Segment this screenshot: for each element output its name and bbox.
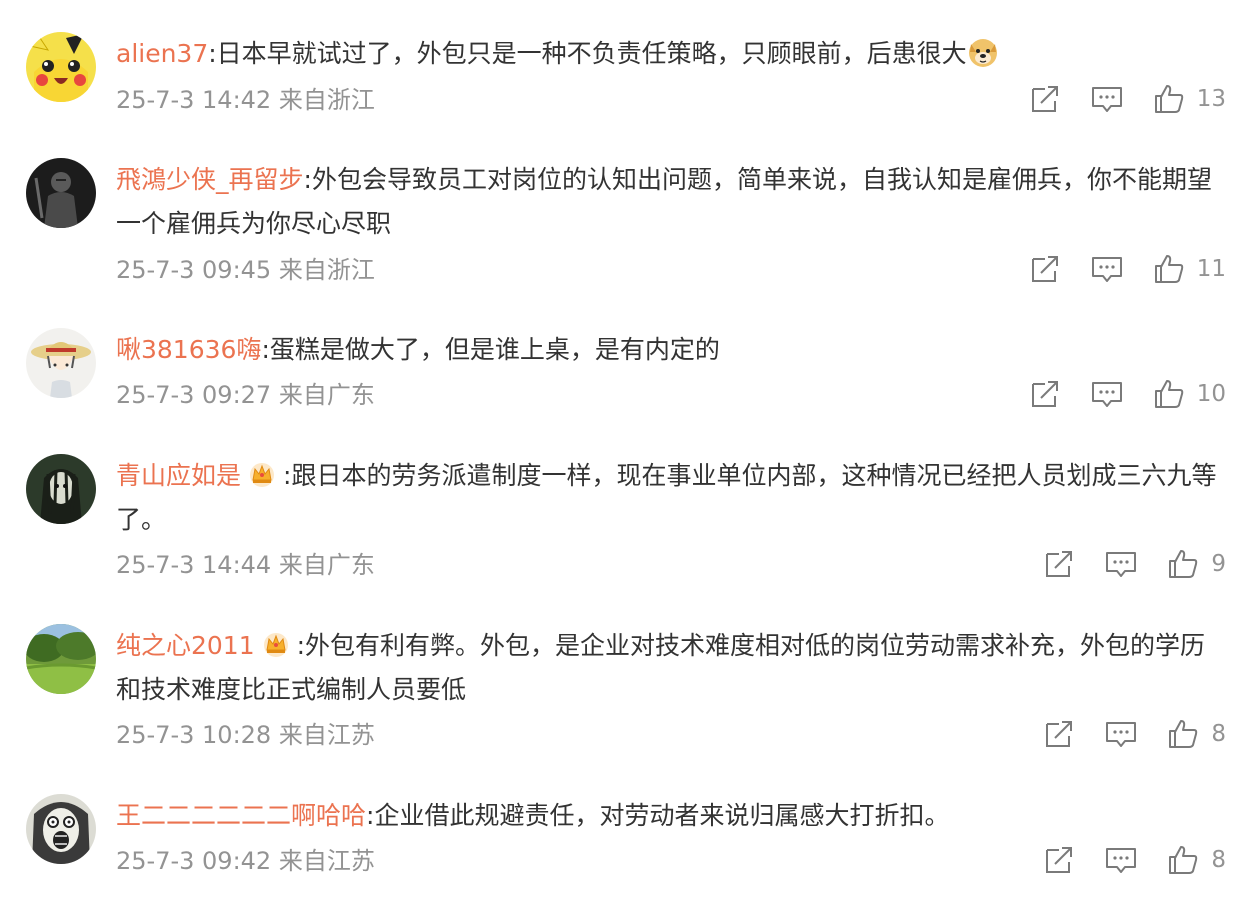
comment-body: 青山应如是:跟日本的劳务派遣制度一样，现在事业单位内部，这种情况已经把人员划成三…: [116, 454, 1226, 542]
thumbs-up-icon: [1169, 720, 1198, 748]
crown-badge-icon[interactable]: [261, 629, 291, 659]
comment-text: :日本早就试过了，外包只是一种不负责任策略，只顾眼前，后患很大: [208, 39, 967, 68]
crown-badge-icon[interactable]: [247, 459, 277, 489]
thumbs-up-icon: [1154, 255, 1183, 283]
username-link[interactable]: 纯之心2011: [116, 631, 255, 660]
comment-meta: 25-7-3 09:42 来自江苏: [116, 847, 375, 875]
username-link[interactable]: 王二二二二二二啊哈哈: [116, 801, 366, 830]
comment-text: :蛋糕是做大了，但是谁上桌，是有内定的: [261, 335, 720, 364]
comment-icon: [1091, 382, 1122, 407]
share-icon: [1046, 847, 1073, 873]
avatar[interactable]: [26, 624, 96, 694]
comment-body: 飛鴻少侠_再留步:外包会导致员工对岗位的认知出问题，简单来说，自我认知是雇佣兵，…: [116, 158, 1226, 246]
comment-meta: 25-7-3 09:45 来自浙江: [116, 256, 375, 284]
comment-actions: 11: [1029, 252, 1226, 286]
username-link[interactable]: alien37: [116, 39, 208, 68]
comment-meta: 25-7-3 09:27 来自广东: [116, 381, 375, 409]
reply-button[interactable]: [1105, 718, 1137, 750]
thumbs-up-icon: [1169, 550, 1198, 578]
comment-item: alien37:日本早就试过了，外包只是一种不负责任策略，只顾眼前，后患很大 2…: [0, 32, 1254, 122]
comment-actions: 8: [1043, 717, 1226, 751]
like-button[interactable]: 9: [1167, 548, 1226, 580]
thumbs-up-icon: [1154, 380, 1183, 408]
like-count: 9: [1211, 551, 1226, 577]
reply-button[interactable]: [1091, 83, 1123, 115]
comment-actions: 10: [1029, 377, 1226, 411]
share-icon: [1031, 86, 1058, 112]
comment-body: 王二二二二二二啊哈哈:企业借此规避责任，对劳动者来说归属感大打折扣。: [116, 794, 1226, 838]
comment-item: 王二二二二二二啊哈哈:企业借此规避责任，对劳动者来说归属感大打折扣。 25-7-…: [0, 794, 1254, 884]
comment-item: 纯之心2011:外包有利有弊。外包，是企业对技术难度相对低的岗位劳动需求补充，外…: [0, 624, 1254, 756]
comment-icon: [1106, 848, 1137, 873]
comment-actions: 13: [1029, 82, 1226, 116]
pikachu-avatar-icon: [26, 32, 96, 102]
comment-body: alien37:日本早就试过了，外包只是一种不负责任策略，只顾眼前，后患很大: [116, 32, 1226, 76]
comment-actions: 9: [1043, 547, 1226, 581]
comment-meta: 25-7-3 10:28 来自江苏: [116, 721, 375, 749]
comment-icon: [1106, 552, 1137, 577]
like-count: 10: [1196, 381, 1226, 407]
like-button[interactable]: 11: [1153, 253, 1226, 285]
avatar[interactable]: [26, 32, 96, 102]
comment-meta: 25-7-3 14:44 来自广东: [116, 551, 375, 579]
like-count: 13: [1196, 86, 1226, 112]
comment-list: alien37:日本早就试过了，外包只是一种不负责任策略，只顾眼前，后患很大 2…: [0, 0, 1254, 902]
share-button[interactable]: [1029, 253, 1061, 285]
thumbs-up-icon: [1169, 846, 1198, 874]
comment-text: :企业借此规避责任，对劳动者来说归属感大打折扣。: [366, 801, 950, 830]
username-link[interactable]: 青山应如是: [116, 461, 241, 490]
dark-figure-avatar-icon: [26, 158, 96, 228]
doge-emoji-icon: [967, 36, 999, 68]
share-icon: [1046, 551, 1073, 577]
like-count: 8: [1211, 721, 1226, 747]
username-link[interactable]: 飛鴻少侠_再留步: [116, 165, 304, 194]
like-count: 11: [1196, 256, 1226, 282]
ghost-avatar-icon: [26, 454, 96, 524]
comment-item: 飛鴻少侠_再留步:外包会导致员工对岗位的认知出问题，简单来说，自我认知是雇佣兵，…: [0, 158, 1254, 290]
share-icon: [1046, 721, 1073, 747]
screaming-face-avatar-icon: [26, 794, 96, 864]
comment-item: 青山应如是:跟日本的劳务派遣制度一样，现在事业单位内部，这种情况已经把人员划成三…: [0, 454, 1254, 586]
garden-avatar-icon: [26, 624, 96, 694]
comment-icon: [1106, 722, 1137, 747]
comment-icon: [1091, 87, 1122, 112]
comment-item: 啾381636嗨:蛋糕是做大了，但是谁上桌，是有内定的 25-7-3 09:27…: [0, 328, 1254, 418]
like-count: 8: [1211, 847, 1226, 873]
reply-button[interactable]: [1105, 548, 1137, 580]
share-button[interactable]: [1029, 378, 1061, 410]
comment-body: 纯之心2011:外包有利有弊。外包，是企业对技术难度相对低的岗位劳动需求补充，外…: [116, 624, 1226, 712]
avatar[interactable]: [26, 328, 96, 398]
reply-button[interactable]: [1105, 844, 1137, 876]
comment-text: :跟日本的劳务派遣制度一样，现在事业单位内部，这种情况已经把人员划成三六九等了。: [116, 461, 1217, 534]
like-button[interactable]: 8: [1167, 718, 1226, 750]
avatar[interactable]: [26, 158, 96, 228]
share-icon: [1031, 381, 1058, 407]
thumbs-up-icon: [1154, 85, 1183, 113]
like-button[interactable]: 10: [1153, 378, 1226, 410]
comment-icon: [1091, 257, 1122, 282]
like-button[interactable]: 8: [1167, 844, 1226, 876]
comment-actions: 8: [1043, 843, 1226, 877]
share-button[interactable]: [1029, 83, 1061, 115]
comment-meta: 25-7-3 14:42 来自浙江: [116, 86, 375, 114]
avatar[interactable]: [26, 794, 96, 864]
username-link[interactable]: 啾381636嗨: [116, 335, 261, 364]
share-button[interactable]: [1043, 844, 1075, 876]
like-button[interactable]: 13: [1153, 83, 1226, 115]
avatar[interactable]: [26, 454, 96, 524]
share-icon: [1031, 256, 1058, 282]
reply-button[interactable]: [1091, 378, 1123, 410]
share-button[interactable]: [1043, 718, 1075, 750]
straw-hat-avatar-icon: [26, 328, 96, 398]
share-button[interactable]: [1043, 548, 1075, 580]
reply-button[interactable]: [1091, 253, 1123, 285]
comment-body: 啾381636嗨:蛋糕是做大了，但是谁上桌，是有内定的: [116, 328, 1226, 372]
